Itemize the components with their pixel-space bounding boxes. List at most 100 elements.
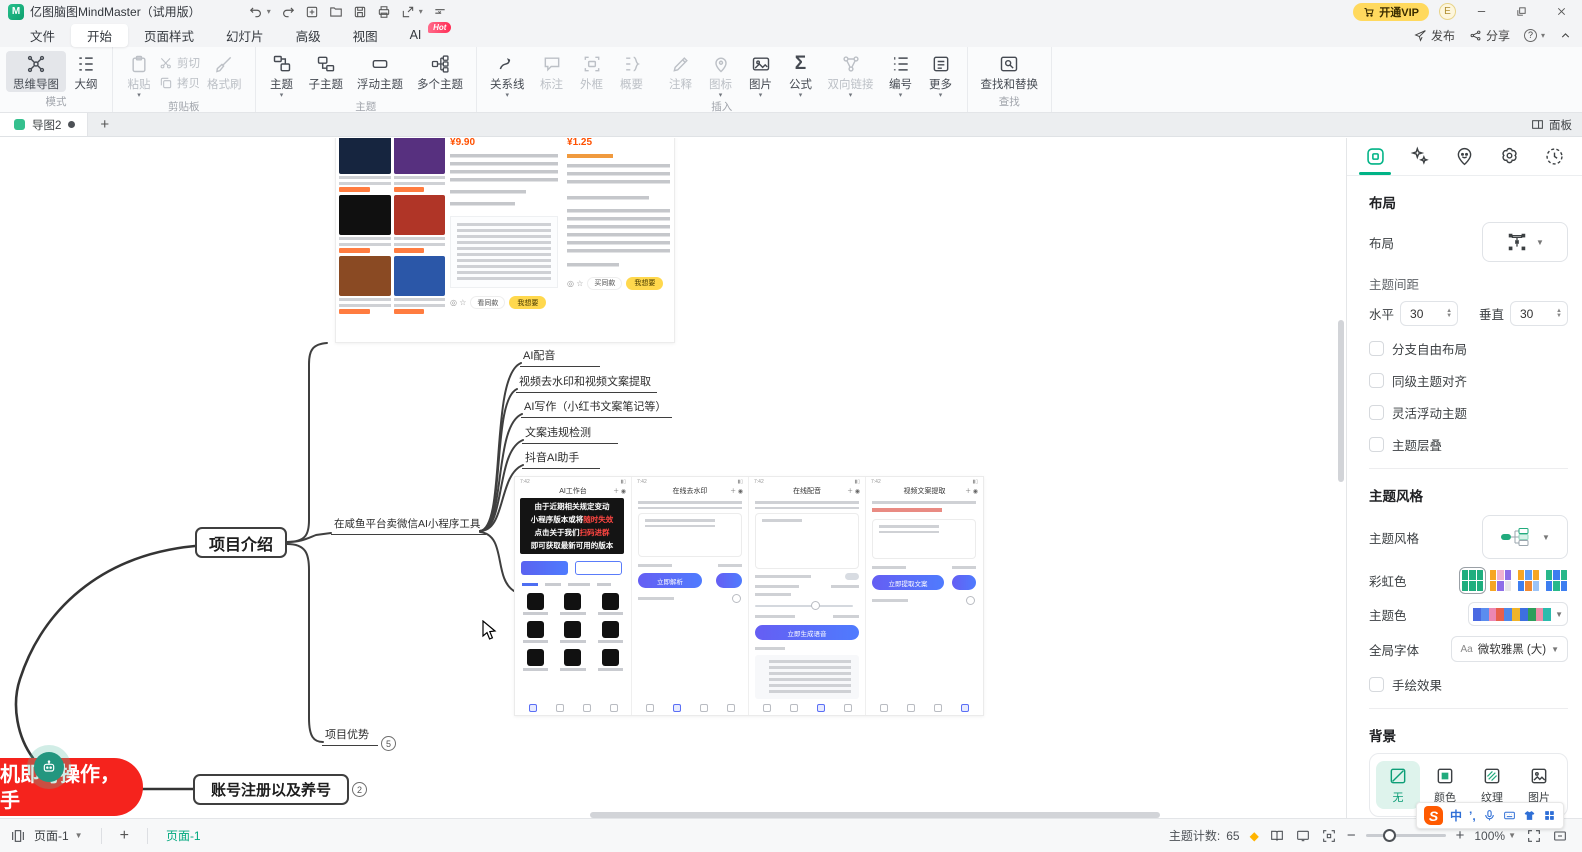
publish-button[interactable]: 发布: [1414, 27, 1455, 44]
boundary-button[interactable]: 外框: [572, 51, 612, 92]
ime-mode-chinese[interactable]: 中: [1450, 807, 1462, 824]
topic-project-intro[interactable]: 项目介绍: [195, 527, 287, 558]
help-button[interactable]: ?▾: [1524, 29, 1545, 42]
callout-button[interactable]: 标注: [532, 51, 572, 92]
ime-toolbox-icon[interactable]: [1543, 809, 1556, 822]
new-page-icon[interactable]: [305, 5, 319, 19]
ime-skin-icon[interactable]: [1523, 809, 1536, 822]
find-replace-button[interactable]: 查找和替换: [974, 51, 1046, 92]
zoom-slider-knob[interactable]: [1383, 829, 1396, 842]
tab-history[interactable]: [1536, 138, 1572, 175]
stepper-arrows-icon[interactable]: ▲▼: [1556, 309, 1562, 319]
layout-dropdown[interactable]: ▼: [1482, 222, 1568, 262]
topic-account-register[interactable]: 账号注册以及养号: [193, 774, 349, 805]
collapse-ribbon-icon[interactable]: [1559, 29, 1572, 42]
menu-file[interactable]: 文件: [14, 24, 71, 47]
document-tab[interactable]: 导图2: [0, 113, 88, 136]
buy-same-button[interactable]: 买同款: [587, 277, 622, 290]
page-tab-active[interactable]: 页面-1: [166, 827, 201, 844]
export-icon[interactable]: [401, 5, 415, 19]
topic-douyin-ai[interactable]: 抖音AI助手: [522, 449, 600, 469]
menu-home[interactable]: 开始: [71, 24, 128, 47]
menu-page-style[interactable]: 页面样式: [128, 24, 210, 47]
topic-button[interactable]: 主题 ▾: [262, 51, 302, 98]
format-painter-button[interactable]: 格式刷: [200, 51, 249, 92]
ime-punctuation-icon[interactable]: ’,: [1469, 809, 1476, 823]
page-dropdown[interactable]: 页面-1 ▼: [34, 827, 83, 844]
topic-ai-dubbing[interactable]: AI配音: [520, 347, 600, 367]
more-insert-button[interactable]: 更多 ▾: [921, 51, 961, 98]
advantage-count-badge[interactable]: 5: [381, 736, 396, 751]
menu-slides[interactable]: 幻灯片: [210, 24, 280, 47]
topic-platform[interactable]: 在咸鱼平台卖微信AI小程序工具: [331, 516, 486, 535]
account-count-badge[interactable]: 2: [352, 782, 367, 797]
ime-toolbar[interactable]: S 中 ’,: [1416, 802, 1564, 829]
menu-ai[interactable]: AI Hot: [394, 26, 438, 44]
tab-theme-flower[interactable]: [1491, 138, 1527, 175]
want-button[interactable]: 我想要: [626, 277, 663, 290]
numbering-button[interactable]: 编号 ▾: [881, 51, 921, 98]
check-topic-overlap[interactable]: 主题层叠: [1369, 435, 1568, 454]
multi-topic-button[interactable]: 多个主题: [410, 51, 470, 92]
phone-screenshots-image[interactable]: 7:42▮▯ AI工作台 ＋ ◉ 由于近期相关规定变动 小程序版本或将随时失效 …: [514, 476, 984, 716]
zoom-slider[interactable]: [1366, 834, 1446, 837]
check-sibling-align[interactable]: 同级主题对齐: [1369, 371, 1568, 390]
vertical-scrollbar[interactable]: [1338, 320, 1344, 482]
avatar[interactable]: E: [1439, 3, 1456, 20]
listing-screenshot-image[interactable]: ¥9.90 ◎ ☆ 看同款 我想要 ¥1.25 ◎ ☆: [335, 138, 675, 343]
topic-advantage[interactable]: 项目优势: [322, 726, 378, 746]
topic-copy-compliance[interactable]: 文案违规检测: [522, 424, 618, 444]
save-icon[interactable]: [353, 5, 367, 19]
redo-icon[interactable]: [281, 5, 295, 19]
restore-button[interactable]: [1506, 0, 1536, 23]
spread-view-icon[interactable]: [1269, 828, 1285, 844]
slideshow-icon[interactable]: [1295, 828, 1311, 844]
theme-color-dropdown[interactable]: ▼: [1468, 602, 1568, 626]
menu-advanced[interactable]: 高级: [280, 24, 337, 47]
sogou-logo-icon[interactable]: S: [1424, 806, 1443, 825]
rainbow-swatch-4[interactable]: [1545, 569, 1568, 592]
floating-topic-button[interactable]: 浮动主题: [350, 51, 410, 92]
formula-button[interactable]: Σ 公式 ▾: [781, 51, 821, 98]
ai-assistant-button[interactable]: [34, 752, 64, 782]
ime-keyboard-icon[interactable]: [1503, 809, 1516, 822]
rainbow-swatch-1[interactable]: [1461, 569, 1484, 592]
zoom-in-button[interactable]: +: [1456, 827, 1465, 844]
fullscreen-icon[interactable]: [1526, 828, 1542, 844]
add-page-button[interactable]: +: [120, 827, 129, 845]
cut-button[interactable]: 剪切: [159, 55, 200, 71]
bg-none-option[interactable]: 无: [1376, 761, 1420, 809]
rainbow-swatch-3[interactable]: [1517, 569, 1540, 592]
new-tab-button[interactable]: +: [88, 116, 121, 133]
undo-dropdown-icon[interactable]: ▾: [267, 7, 271, 16]
vertical-spacing-stepper[interactable]: 30 ▲▼: [1510, 301, 1568, 326]
topic-ai-writing[interactable]: AI写作（小红书文案笔记等）: [521, 398, 672, 418]
comment-button[interactable]: 注释: [661, 51, 701, 92]
zoom-level-dropdown[interactable]: 100% ▼: [1474, 829, 1516, 843]
menu-view[interactable]: 视图: [337, 24, 394, 47]
fit-screen-icon[interactable]: [1321, 828, 1337, 844]
image-button[interactable]: 图片 ▾: [741, 51, 781, 98]
global-font-dropdown[interactable]: Aa 微软雅黑 (大) ▼: [1451, 636, 1568, 662]
collapse-statusbar-icon[interactable]: [1552, 828, 1568, 844]
customize-toolbar-icon[interactable]: [433, 5, 447, 19]
minimize-button[interactable]: [1466, 0, 1496, 23]
bidirectional-link-button[interactable]: 双向链接 ▾: [821, 51, 881, 98]
mindmap-mode-button[interactable]: 思维导图: [6, 51, 66, 92]
share-button[interactable]: 分享: [1469, 27, 1510, 44]
outline-mode-button[interactable]: 大纲: [66, 51, 106, 92]
subtopic-button[interactable]: 子主题: [302, 51, 351, 92]
marker-button[interactable]: 图标 ▾: [701, 51, 741, 98]
ime-mic-icon[interactable]: [1483, 809, 1496, 822]
export-dropdown-icon[interactable]: ▾: [419, 7, 423, 16]
relationship-line-button[interactable]: 关系线 ▾: [483, 51, 532, 98]
panel-toggle-button[interactable]: 面板: [1531, 117, 1572, 133]
theme-style-dropdown[interactable]: ▼: [1482, 515, 1568, 559]
horizontal-spacing-stepper[interactable]: 30 ▲▼: [1400, 301, 1458, 326]
see-same-button[interactable]: 看同款: [470, 296, 505, 309]
vip-button[interactable]: 开通VIP: [1353, 3, 1429, 21]
central-topic[interactable]: 机即可操作， 手: [0, 758, 143, 816]
topic-watermark-removal[interactable]: 视频去水印和视频文案提取: [516, 373, 657, 393]
summary-button[interactable]: 概要: [612, 51, 652, 92]
check-flex-floating[interactable]: 灵活浮动主题: [1369, 403, 1568, 422]
